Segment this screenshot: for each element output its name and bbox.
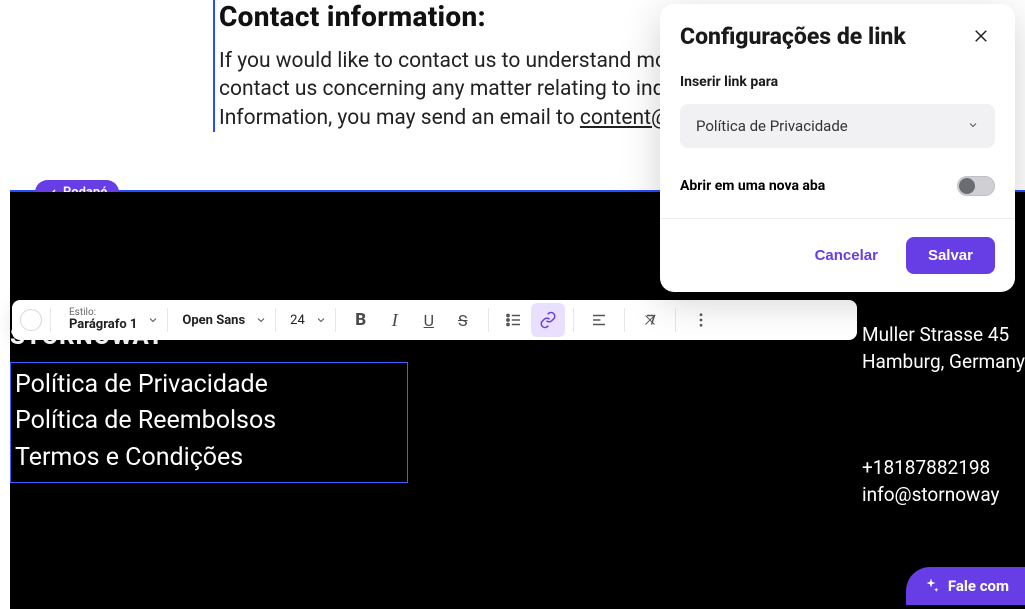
chat-label: Fale com [948,577,1009,595]
link-target-value: Política de Privacidade [696,117,848,135]
footer-email: info@stornoway [862,482,1025,509]
divider [335,308,336,332]
divider [50,308,51,332]
text-style-selector[interactable]: Estilo: Parágrafo 1 [69,308,137,332]
toggle-knob [959,178,975,194]
divider [675,308,676,332]
more-button[interactable] [684,303,718,337]
text-color-swatch[interactable] [20,309,42,331]
text-format-toolbar: Estilo: Parágrafo 1 Open Sans 24 B I U S [12,300,857,340]
link-button[interactable] [531,303,565,337]
chevron-down-icon[interactable] [255,314,267,326]
divider [275,308,276,332]
style-value: Parágrafo 1 [69,318,137,332]
new-tab-label: Abrir em uma nova aba [680,178,825,194]
list-icon [505,311,523,329]
font-size-selector[interactable]: 24 [290,313,305,328]
link-settings-popover: Configurações de link Inserir link para … [660,4,1015,292]
italic-button[interactable]: I [378,303,412,337]
chevron-down-icon [967,117,979,135]
align-left-icon [590,311,608,329]
new-tab-toggle[interactable] [957,176,995,196]
footer-address-line2: Hamburg, Germany [862,349,1025,376]
footer-link-privacy[interactable]: Política de Privacidade [15,367,403,403]
chat-widget[interactable]: Fale com [906,567,1025,605]
sparkle-icon [922,577,940,595]
bold-button[interactable]: B [344,303,378,337]
close-button[interactable] [967,22,995,50]
footer-links-selected-text[interactable]: Política de Privacidade Política de Reem… [10,362,408,483]
footer-link-refunds[interactable]: Política de Reembolsos [15,403,403,439]
underline-button[interactable]: U [412,303,446,337]
link-target-select[interactable]: Política de Privacidade [680,104,995,148]
footer-address-line1: Muller Strasse 45 [862,322,1025,349]
chevron-down-icon[interactable] [315,314,327,326]
footer-right-column: Muller Strasse 45 Hamburg, Germany +1818… [862,322,1025,508]
bullet-list-button[interactable] [497,303,531,337]
chevron-down-icon[interactable] [147,314,159,326]
save-button[interactable]: Salvar [906,237,995,274]
popover-title: Configurações de link [680,23,906,50]
font-family-selector[interactable]: Open Sans [182,313,245,328]
divider [624,308,625,332]
link-icon [539,311,557,329]
more-vertical-icon [692,311,710,329]
insert-link-label: Inserir link para [680,74,995,90]
clear-format-button[interactable] [633,303,667,337]
strikethrough-button[interactable]: S [446,303,480,337]
divider [488,308,489,332]
footer-link-terms[interactable]: Termos e Condições [15,440,403,476]
align-button[interactable] [582,303,616,337]
cancel-button[interactable]: Cancelar [815,247,878,264]
close-icon [972,27,990,45]
divider [167,308,168,332]
footer-phone: +18187882198 [862,455,1025,482]
clear-format-icon [641,311,659,329]
divider [573,308,574,332]
